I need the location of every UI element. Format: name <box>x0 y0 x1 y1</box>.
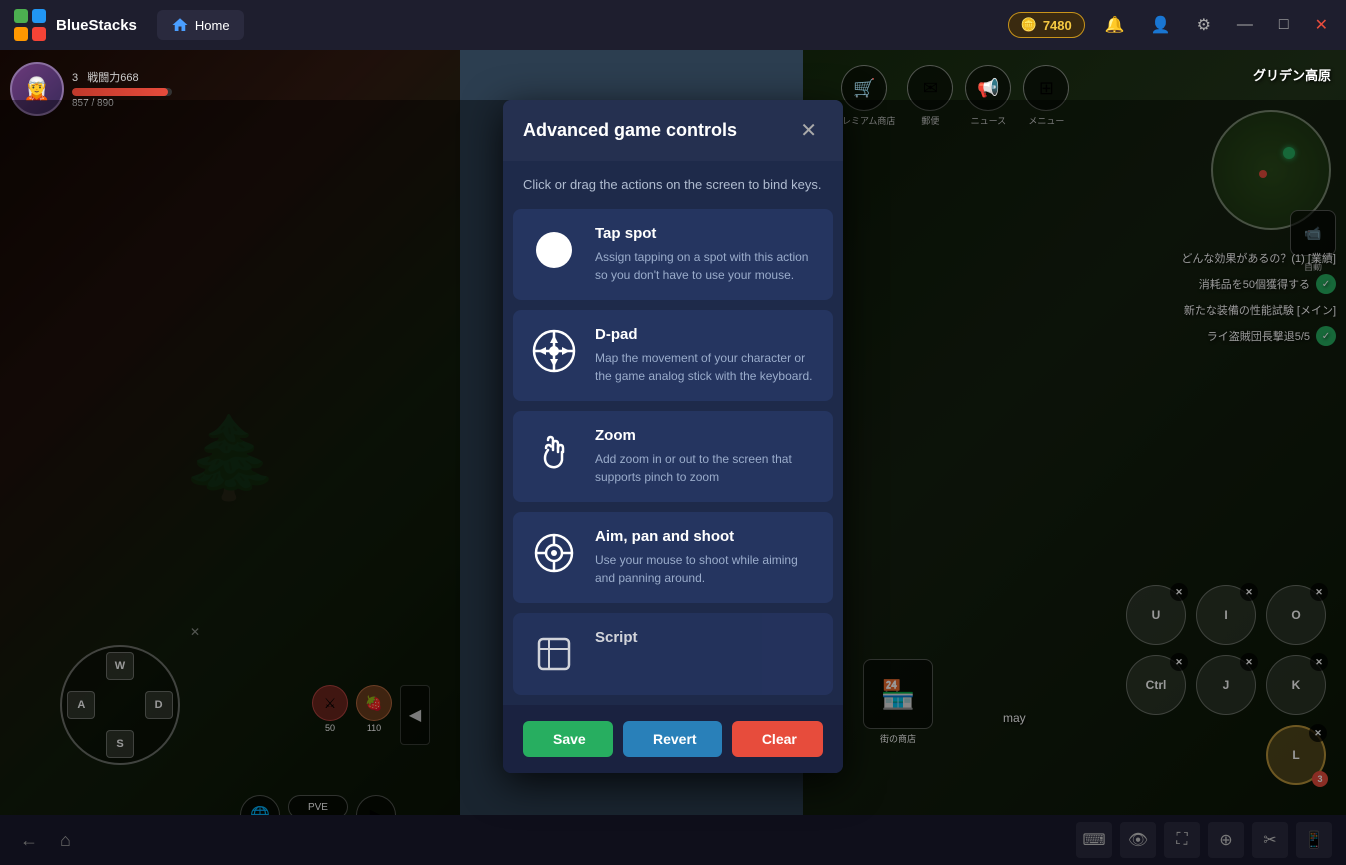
control-item-aim[interactable]: Aim, pan and shoot Use your mouse to sho… <box>513 512 833 603</box>
player-hp-fill <box>72 88 168 96</box>
clear-button[interactable]: Clear <box>732 721 823 757</box>
modal-subtitle: Click or drag the actions on the screen … <box>503 161 843 209</box>
aim-icon <box>529 528 579 578</box>
player-level: 3 戦闘力668 <box>72 69 172 85</box>
maximize-button[interactable]: □ <box>1273 12 1295 38</box>
aim-control-name: Aim, pan and shoot <box>595 528 817 545</box>
zoom-control-desc: Add zoom in or out to the screen that su… <box>595 450 817 486</box>
zoom-info: Zoom Add zoom in or out to the screen th… <box>595 427 817 486</box>
minimize-button[interactable]: — <box>1231 12 1259 38</box>
close-window-button[interactable]: ✕ <box>1309 11 1334 39</box>
nav-bar: Home <box>157 10 244 40</box>
home-label: Home <box>195 18 230 33</box>
partial-icon <box>529 629 579 679</box>
aim-info: Aim, pan and shoot Use your mouse to sho… <box>595 528 817 587</box>
coin-icon: 🪙 <box>1021 17 1037 33</box>
control-item-tap-spot[interactable]: Tap spot Assign tapping on a spot with t… <box>513 209 833 300</box>
zoom-control-name: Zoom <box>595 427 817 444</box>
notification-button[interactable]: 🔔 <box>1099 11 1131 39</box>
player-hp-bar <box>72 88 172 96</box>
dpad-icon <box>529 326 579 376</box>
title-bar-right: 🪙 7480 🔔 👤 ⚙ — □ ✕ <box>1008 11 1334 39</box>
modal-title: Advanced game controls <box>523 120 737 141</box>
partial-info: Script <box>595 629 817 652</box>
revert-button[interactable]: Revert <box>623 721 722 757</box>
tap-spot-info: Tap spot Assign tapping on a spot with t… <box>595 225 817 284</box>
modal-body[interactable]: Tap spot Assign tapping on a spot with t… <box>503 209 843 705</box>
dpad-control-name: D-pad <box>595 326 817 343</box>
tap-spot-desc: Assign tapping on a spot with this actio… <box>595 248 817 284</box>
game-area: 🧝 3 戦闘力668 857 / 890 🌲 ✕ <box>0 50 1346 865</box>
dpad-info: D-pad Map the movement of your character… <box>595 326 817 385</box>
location-name: グリデン高原 <box>1253 65 1331 84</box>
partial-name: Script <box>595 629 817 646</box>
control-item-zoom[interactable]: Zoom Add zoom in or out to the screen th… <box>513 411 833 502</box>
tap-spot-name: Tap spot <box>595 225 817 242</box>
brand-name: BlueStacks <box>56 17 137 34</box>
advanced-controls-modal: Advanced game controls ✕ Click or drag t… <box>503 100 843 773</box>
title-bar: BlueStacks Home 🪙 7480 🔔 👤 ⚙ — □ ✕ <box>0 0 1346 50</box>
coin-amount: 7480 <box>1043 18 1072 33</box>
modal-header: Advanced game controls ✕ <box>503 100 843 161</box>
zoom-icon <box>529 427 579 477</box>
control-item-dpad[interactable]: D-pad Map the movement of your character… <box>513 310 833 401</box>
bluestacks-logo <box>12 7 48 43</box>
modal-overlay: Advanced game controls ✕ Click or drag t… <box>0 100 1346 865</box>
aim-control-desc: Use your mouse to shoot while aiming and… <box>595 551 817 587</box>
modal-footer: Save Revert Clear <box>503 705 843 773</box>
settings-button[interactable]: ⚙ <box>1191 11 1217 39</box>
home-nav-button[interactable]: Home <box>157 10 244 40</box>
control-item-partial: Script <box>513 613 833 695</box>
tap-spot-icon <box>529 225 579 275</box>
dpad-control-desc: Map the movement of your character or th… <box>595 349 817 385</box>
save-button[interactable]: Save <box>523 721 613 757</box>
profile-button[interactable]: 👤 <box>1145 11 1177 39</box>
coin-badge: 🪙 7480 <box>1008 12 1085 38</box>
modal-close-button[interactable]: ✕ <box>794 116 823 145</box>
home-icon <box>171 16 189 34</box>
